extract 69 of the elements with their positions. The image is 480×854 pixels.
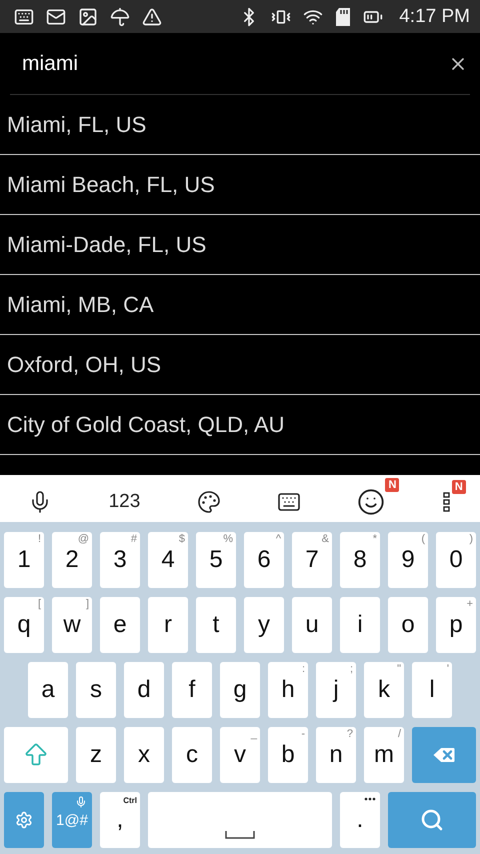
key[interactable]: 0 ) (436, 532, 476, 588)
key[interactable]: c (172, 727, 212, 783)
numbers-button[interactable]: 123 (94, 480, 154, 516)
key[interactable]: 8 * (340, 532, 380, 588)
result-item[interactable]: Miami, FL, US (0, 95, 480, 155)
key[interactable]: 7 & (292, 532, 332, 588)
result-item[interactable]: Miami-Dade, FL, US (0, 215, 480, 275)
result-item[interactable]: Miami Beach, FL, US (0, 155, 480, 215)
smiley-icon (357, 488, 386, 516)
mail-icon (46, 6, 66, 26)
search-key[interactable] (388, 792, 476, 848)
key[interactable]: p + (436, 597, 476, 653)
key[interactable]: 2 @ (52, 532, 92, 588)
new-badge: N (385, 478, 400, 492)
key[interactable]: d (124, 662, 164, 718)
result-item[interactable]: Oxford, OH, US (0, 335, 480, 395)
key[interactable]: , Ctrl (100, 792, 140, 848)
key[interactable]: n ? (316, 727, 356, 783)
key[interactable]: r (148, 597, 188, 653)
settings-icon (15, 811, 33, 829)
menu-button[interactable]: N (428, 480, 466, 518)
search-icon (420, 808, 444, 832)
period-key[interactable]: . (340, 792, 380, 848)
image-icon (78, 6, 98, 26)
key[interactable]: e (100, 597, 140, 653)
key[interactable]: 1 ! (4, 532, 44, 588)
more-icon (364, 797, 376, 801)
key[interactable]: f (172, 662, 212, 718)
key[interactable]: x (124, 727, 164, 783)
key[interactable]: 3 # (100, 532, 140, 588)
key[interactable]: s (76, 662, 116, 718)
palette-icon (196, 490, 221, 514)
key[interactable]: 6 ^ (244, 532, 284, 588)
key[interactable]: a (28, 662, 68, 718)
sd-card-icon (335, 6, 352, 26)
clock: 4:17 PM (399, 6, 470, 28)
key[interactable]: 4 $ (148, 532, 188, 588)
search-field[interactable]: miami (22, 52, 448, 76)
key[interactable]: u (292, 597, 332, 653)
keyboard-icon (14, 6, 34, 26)
key[interactable]: w ] (52, 597, 92, 653)
key[interactable]: t (196, 597, 236, 653)
settings-key[interactable] (4, 792, 44, 848)
space-icon (225, 830, 255, 840)
key[interactable]: k " (364, 662, 404, 718)
mic-icon (75, 796, 87, 808)
key[interactable]: y (244, 597, 284, 653)
key[interactable]: g (220, 662, 260, 718)
key[interactable]: 9 ( (388, 532, 428, 588)
key[interactable]: h : (268, 662, 308, 718)
key[interactable]: b - (268, 727, 308, 783)
key[interactable]: v _ (220, 727, 260, 783)
key[interactable]: m / (364, 727, 404, 783)
shift-key[interactable] (4, 727, 68, 783)
key[interactable]: j ; (316, 662, 356, 718)
warning-icon (142, 6, 162, 26)
result-item[interactable]: Miami, MB, CA (0, 275, 480, 335)
key[interactable]: o (388, 597, 428, 653)
key[interactable]: i (340, 597, 380, 653)
key[interactable]: l ' (412, 662, 452, 718)
new-badge: N (452, 480, 466, 494)
umbrella-icon (110, 6, 130, 26)
backspace-key[interactable] (412, 727, 476, 783)
key[interactable]: 5 % (196, 532, 236, 588)
key[interactable]: q [ (4, 597, 44, 653)
menu-icon (442, 490, 452, 514)
result-item[interactable]: City of Gold Coast, QLD, AU (0, 395, 480, 455)
key[interactable]: z (76, 727, 116, 783)
emoji-button[interactable]: N (343, 478, 400, 520)
